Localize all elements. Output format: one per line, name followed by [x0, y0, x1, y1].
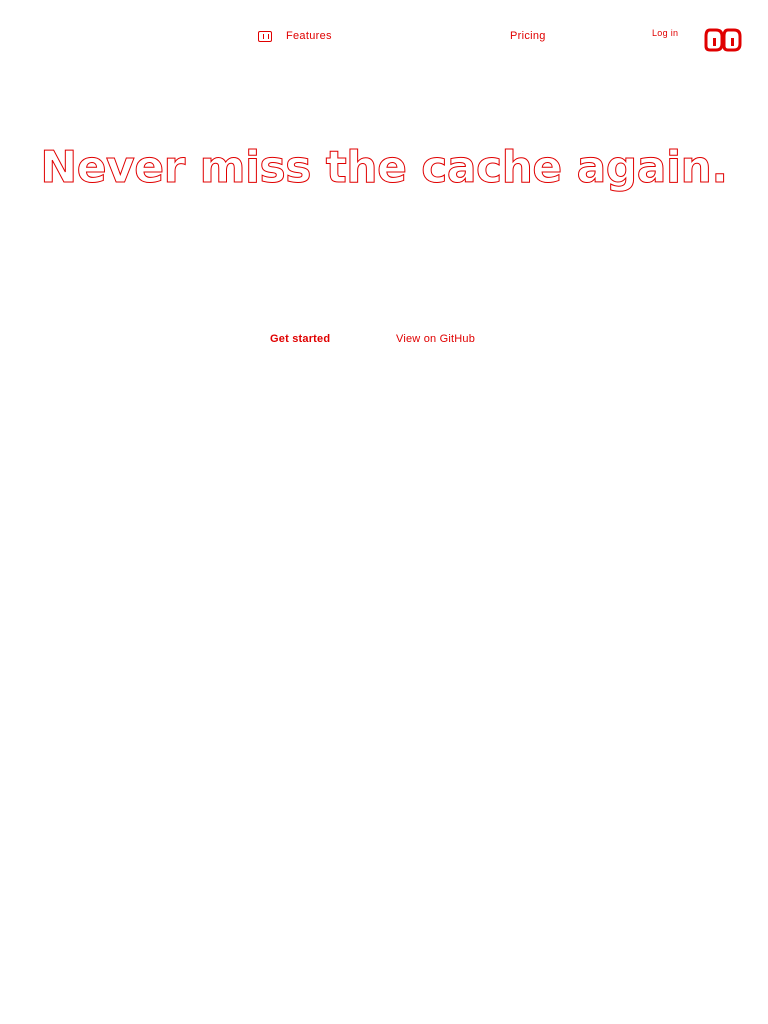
page: Features Pricing Log in Never miss the c…: [0, 0, 768, 1024]
hero-title: Never miss the cache again.: [40, 142, 729, 194]
cta-row: Get started View on GitHub: [0, 333, 768, 351]
nav-label-features: Features: [286, 30, 332, 42]
get-started-button[interactable]: Get started: [270, 333, 330, 345]
nav-link-features[interactable]: Features: [258, 30, 332, 42]
view-on-github-link[interactable]: View on GitHub: [396, 333, 475, 345]
top-nav: Features Pricing Log in: [0, 26, 768, 52]
nav-label-pricing: Pricing: [510, 30, 546, 42]
nav-label-login: Log in: [652, 28, 679, 38]
grid-icon: [258, 30, 272, 42]
brand-logo-icon[interactable]: [704, 26, 744, 52]
nav-link-login[interactable]: Log in: [652, 28, 678, 38]
nav-link-pricing[interactable]: Pricing: [510, 30, 546, 42]
